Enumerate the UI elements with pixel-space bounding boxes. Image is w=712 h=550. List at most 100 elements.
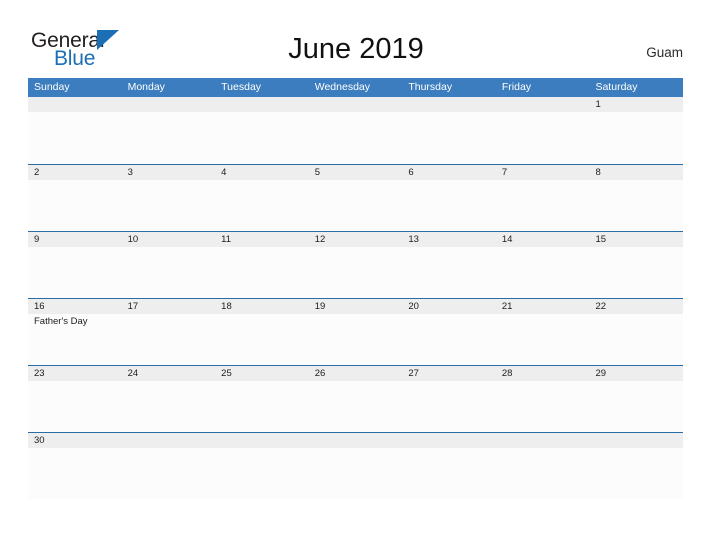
day-cell-4[interactable]: 4 <box>215 165 309 231</box>
day-cell-30[interactable]: 30 <box>28 433 122 499</box>
day-number-band <box>308 165 403 180</box>
day-number: 8 <box>595 167 601 178</box>
day-cell-empty <box>495 433 590 499</box>
day-number: 24 <box>127 368 139 379</box>
day-cell-29[interactable]: 29 <box>589 366 684 432</box>
calendar-week-row: 2 3 4 5 6 7 8 <box>28 164 684 231</box>
day-cell-empty <box>308 433 403 499</box>
day-cell-3[interactable]: 3 <box>121 165 216 231</box>
day-cell-empty <box>402 433 496 499</box>
day-cell-14[interactable]: 14 <box>495 232 590 298</box>
day-events: Father's Day <box>34 315 120 328</box>
weekday-header-row: Sunday Monday Tuesday Wednesday Thursday Frid… <box>28 78 683 97</box>
day-cell-10[interactable]: 10 <box>121 232 216 298</box>
locale-label: Guam <box>646 45 683 60</box>
day-number: 21 <box>501 301 513 312</box>
day-cell-8[interactable]: 8 <box>589 165 684 231</box>
day-number: 17 <box>127 301 139 312</box>
day-number: 12 <box>314 234 326 245</box>
day-cell-23[interactable]: 23 <box>28 366 122 432</box>
day-number: 29 <box>595 368 607 379</box>
page-header: General Blue June 2019 Guam <box>0 0 712 78</box>
day-number: 5 <box>314 167 321 178</box>
day-cell-7[interactable]: 7 <box>495 165 590 231</box>
weekday-header-sunday: Sunday <box>34 81 70 93</box>
day-number-band <box>402 433 496 448</box>
day-number: 19 <box>314 301 326 312</box>
day-number-band <box>402 165 496 180</box>
day-number: 10 <box>127 234 139 245</box>
day-number: 7 <box>501 167 508 178</box>
day-cell-26[interactable]: 26 <box>308 366 403 432</box>
day-cell-11[interactable]: 11 <box>215 232 309 298</box>
day-number: 25 <box>221 368 232 379</box>
calendar-week-row: 1 <box>28 97 684 164</box>
weekday-header-friday: Friday <box>501 81 532 93</box>
day-cell-5[interactable]: 5 <box>308 165 403 231</box>
day-number: 18 <box>221 301 232 312</box>
day-cell-6[interactable]: 6 <box>402 165 496 231</box>
event-label: Father's Day <box>34 316 88 327</box>
day-cell-18[interactable]: 18 <box>215 299 309 365</box>
day-number: 6 <box>408 167 414 178</box>
day-number-band <box>495 433 590 448</box>
day-number-band <box>589 433 684 448</box>
day-number-band <box>589 97 684 112</box>
day-cell-17[interactable]: 17 <box>121 299 216 365</box>
day-number-band <box>215 97 309 112</box>
calendar-week-row: 16 Father's Day 17 18 19 20 21 22 <box>28 298 684 365</box>
day-cell-empty <box>402 97 496 164</box>
day-number: 30 <box>34 435 45 446</box>
day-cell-28[interactable]: 28 <box>495 366 590 432</box>
day-number: 28 <box>501 368 513 379</box>
calendar-grid: Sunday Monday Tuesday Wednesday Thursday Frid… <box>28 78 684 499</box>
day-cell-22[interactable]: 22 <box>589 299 684 365</box>
day-cell-24[interactable]: 24 <box>121 366 216 432</box>
day-cell-empty <box>589 433 684 499</box>
calendar-week-row: 23 24 25 26 27 28 29 <box>28 365 684 432</box>
day-number-band <box>28 97 122 112</box>
weekday-header-wednesday: Wednesday <box>314 81 370 93</box>
day-number: 14 <box>501 234 513 245</box>
day-cell-13[interactable]: 13 <box>402 232 496 298</box>
day-number: 1 <box>595 99 601 110</box>
day-number-band <box>215 165 309 180</box>
day-cell-empty <box>28 97 122 164</box>
day-number: 9 <box>34 234 40 245</box>
day-cell-19[interactable]: 19 <box>308 299 403 365</box>
day-number: 11 <box>221 234 232 245</box>
day-cell-empty <box>215 433 309 499</box>
calendar-week-row: 9 10 11 12 13 14 15 <box>28 231 684 298</box>
day-number: 23 <box>34 368 45 379</box>
day-number-band <box>215 433 309 448</box>
day-number: 2 <box>34 167 40 178</box>
day-number: 3 <box>127 167 133 178</box>
day-cell-empty <box>121 433 216 499</box>
day-cell-27[interactable]: 27 <box>402 366 496 432</box>
day-cell-21[interactable]: 21 <box>495 299 590 365</box>
calendar-week-row: 30 <box>28 432 684 499</box>
day-cell-16[interactable]: 16 Father's Day <box>28 299 122 365</box>
day-number-band <box>121 433 216 448</box>
day-number-band <box>121 97 216 112</box>
day-cell-20[interactable]: 20 <box>402 299 496 365</box>
day-cell-12[interactable]: 12 <box>308 232 403 298</box>
day-number: 15 <box>595 234 607 245</box>
day-cell-15[interactable]: 15 <box>589 232 684 298</box>
day-number-band <box>402 97 496 112</box>
day-cell-25[interactable]: 25 <box>215 366 309 432</box>
day-cell-2[interactable]: 2 <box>28 165 122 231</box>
day-cell-empty <box>308 97 403 164</box>
weekday-header-tuesday: Tuesday <box>221 81 262 93</box>
day-number-band <box>495 97 590 112</box>
day-number-band <box>495 165 590 180</box>
day-number: 26 <box>314 368 326 379</box>
day-cell-empty <box>121 97 216 164</box>
day-number-band <box>308 433 403 448</box>
day-number: 22 <box>595 301 607 312</box>
weekday-header-thursday: Thursday <box>408 81 453 93</box>
day-number-band <box>28 165 122 180</box>
day-cell-9[interactable]: 9 <box>28 232 122 298</box>
day-number: 20 <box>408 301 419 312</box>
day-cell-1[interactable]: 1 <box>589 97 684 164</box>
